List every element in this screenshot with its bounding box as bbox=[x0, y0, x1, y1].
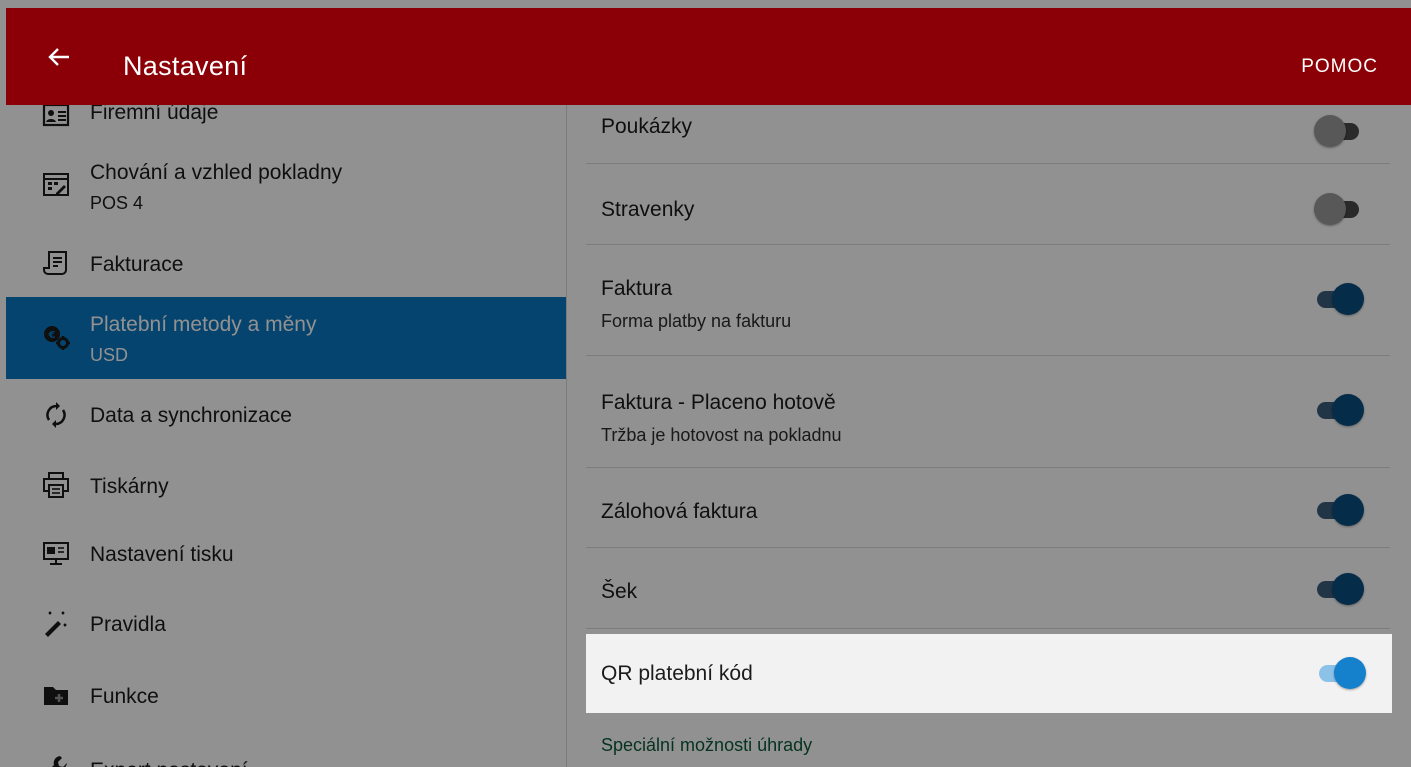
payment-method-title: QR platební kód bbox=[601, 662, 753, 685]
toggle-thumb bbox=[1334, 657, 1366, 689]
top-app-bar: Nastavení POMOC bbox=[6, 8, 1411, 105]
help-button[interactable]: POMOC bbox=[1301, 56, 1378, 78]
page-title: Nastavení bbox=[123, 51, 248, 81]
back-arrow-icon[interactable] bbox=[44, 42, 74, 72]
payment-method-toggle[interactable] bbox=[1316, 655, 1366, 691]
payment-method-row-highlighted[interactable]: QR platební kód bbox=[586, 634, 1392, 713]
